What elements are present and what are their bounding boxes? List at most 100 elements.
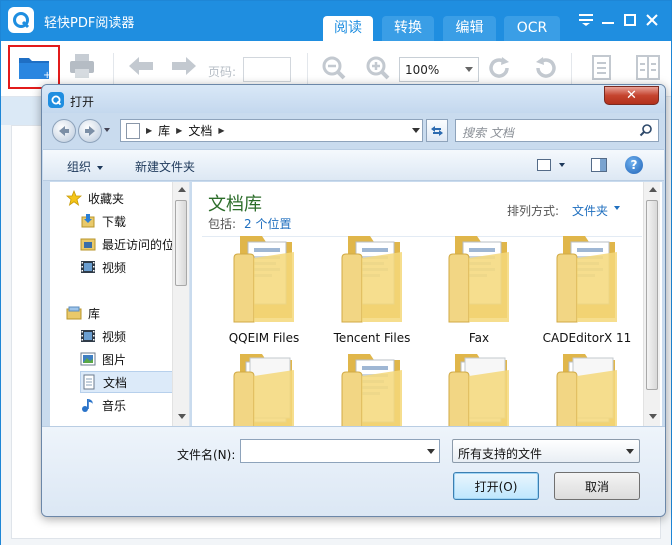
breadcrumb-libraries[interactable]: 库: [158, 122, 170, 139]
nav-label: 视频: [102, 329, 127, 344]
search-input[interactable]: 搜索 文档: [455, 119, 659, 142]
video-icon: [80, 328, 96, 344]
chevron-down-icon[interactable]: [614, 206, 620, 210]
scroll-up-icon[interactable]: [178, 187, 186, 192]
change-view-icon[interactable]: [537, 159, 551, 171]
organize-button[interactable]: 组织: [67, 158, 104, 175]
folder-icon: [230, 230, 300, 326]
rotate-left-icon[interactable]: [487, 55, 513, 81]
dialog-close-button[interactable]: ✕: [604, 86, 659, 105]
arrange-by-label: 排列方式:: [507, 204, 560, 218]
forward-button[interactable]: [78, 119, 102, 143]
file-list-scrollbar[interactable]: [643, 182, 660, 426]
nav-item-documents[interactable]: 文档: [80, 371, 174, 393]
scrollbar-thumb[interactable]: [646, 200, 658, 390]
arrow-right-icon[interactable]: [170, 55, 198, 77]
folder-icon: [338, 230, 408, 326]
star-icon: [66, 190, 82, 206]
open-folder-icon: +: [19, 58, 51, 81]
folder-label: Tencent Files: [333, 331, 411, 345]
chevron-down-icon: [97, 165, 104, 170]
tab-read[interactable]: 阅读: [323, 16, 373, 41]
scroll-down-icon[interactable]: [178, 414, 186, 419]
refresh-button[interactable]: [426, 119, 448, 142]
open-file-button[interactable]: +: [8, 45, 60, 89]
app-titlebar: 轻快PDF阅读器 阅读 转换 编辑 OCR: [1, 1, 671, 41]
folder-icon: [230, 348, 300, 426]
rotate-right-icon[interactable]: [532, 55, 558, 81]
toolbar-separator: [113, 53, 114, 85]
nav-label: 图片: [102, 352, 127, 367]
tab-edit[interactable]: 编辑: [443, 16, 496, 41]
zoom-out-icon[interactable]: [321, 55, 347, 81]
chevron-down-icon[interactable]: [559, 163, 565, 167]
double-page-icon[interactable]: [635, 55, 661, 81]
scroll-up-icon[interactable]: [649, 187, 657, 192]
navigation-pane: 收藏夹 下载 最近访问的位 视频 库 视频 图片 文档 音乐: [50, 182, 190, 426]
app-title: 轻快PDF阅读器: [44, 16, 135, 31]
folder-icon: [553, 348, 623, 426]
folder-item[interactable]: [537, 348, 637, 426]
breadcrumb-arrow-icon: ▶: [176, 126, 183, 135]
folder-item[interactable]: Fax: [429, 230, 529, 350]
menu-icon[interactable]: [577, 11, 595, 29]
filename-input[interactable]: [240, 439, 440, 463]
nav-label: 库: [88, 306, 101, 321]
chevron-down-icon[interactable]: [427, 449, 435, 454]
scrollbar-thumb[interactable]: [175, 200, 187, 286]
preview-pane-icon[interactable]: [591, 158, 607, 172]
music-icon: [80, 397, 96, 413]
tab-ocr[interactable]: OCR: [504, 16, 560, 41]
document-icon: [126, 122, 140, 139]
folder-item[interactable]: [429, 348, 529, 426]
address-bar[interactable]: ▶ 库 ▶ 文档 ▶: [120, 119, 423, 142]
libraries-icon: [66, 305, 82, 321]
recent-locations-dropdown[interactable]: [104, 128, 110, 132]
folder-icon: [553, 230, 623, 326]
tab-convert[interactable]: 转换: [382, 16, 434, 41]
zoom-in-icon[interactable]: [365, 55, 391, 81]
arrange-by-select[interactable]: 文件夹: [572, 202, 608, 219]
nav-label: 文档: [103, 375, 128, 390]
minimize-icon[interactable]: [599, 11, 617, 29]
open-button[interactable]: 打开(O): [453, 472, 539, 500]
folder-item[interactable]: Tencent Files: [322, 230, 422, 350]
help-icon[interactable]: ?: [625, 156, 643, 174]
page-number-input[interactable]: [243, 57, 291, 82]
zoom-select[interactable]: 100%: [399, 57, 479, 82]
folder-item[interactable]: CADEditorX 11: [537, 230, 637, 350]
scroll-down-icon[interactable]: [649, 414, 657, 419]
folder-icon: [338, 348, 408, 426]
print-icon[interactable]: [67, 51, 97, 81]
chevron-down-icon[interactable]: [412, 128, 420, 133]
close-icon[interactable]: [643, 11, 661, 29]
filetype-value: 所有支持的文件: [458, 447, 543, 461]
video-icon: [80, 259, 96, 275]
nav-pane-scrollbar[interactable]: [172, 182, 189, 426]
folder-label: CADEditorX 11: [542, 331, 632, 345]
folder-item[interactable]: QQEIM Files: [214, 230, 314, 350]
dialog-footer: 文件名(N): 所有支持的文件 打开(O) 取消: [42, 426, 665, 516]
breadcrumb-arrow-icon: ▶: [146, 126, 153, 135]
pictures-icon: [80, 351, 96, 367]
nav-label: 视频: [102, 260, 127, 275]
back-button[interactable]: [52, 119, 76, 143]
filename-label: 文件名(N):: [177, 448, 236, 462]
nav-label: 下载: [102, 214, 127, 229]
new-folder-button[interactable]: 新建文件夹: [135, 158, 195, 175]
toolbar-separator: [307, 53, 308, 85]
organize-label: 组织: [67, 160, 92, 174]
cancel-button[interactable]: 取消: [554, 472, 640, 500]
address-row: ▶ 库 ▶ 文档 ▶ 搜索 文档: [42, 113, 665, 149]
arrow-left-icon[interactable]: [127, 55, 155, 77]
breadcrumb-arrow-icon: ▶: [218, 126, 225, 135]
filetype-select[interactable]: 所有支持的文件: [452, 439, 640, 463]
refresh-icon: [431, 125, 443, 136]
folder-item[interactable]: [214, 348, 314, 426]
maximize-icon[interactable]: [621, 11, 639, 29]
search-icon: [639, 124, 652, 137]
breadcrumb-documents[interactable]: 文档: [188, 122, 212, 139]
single-page-icon[interactable]: [591, 55, 613, 81]
folder-item[interactable]: [322, 348, 422, 426]
toolbar-separator: [571, 53, 572, 85]
